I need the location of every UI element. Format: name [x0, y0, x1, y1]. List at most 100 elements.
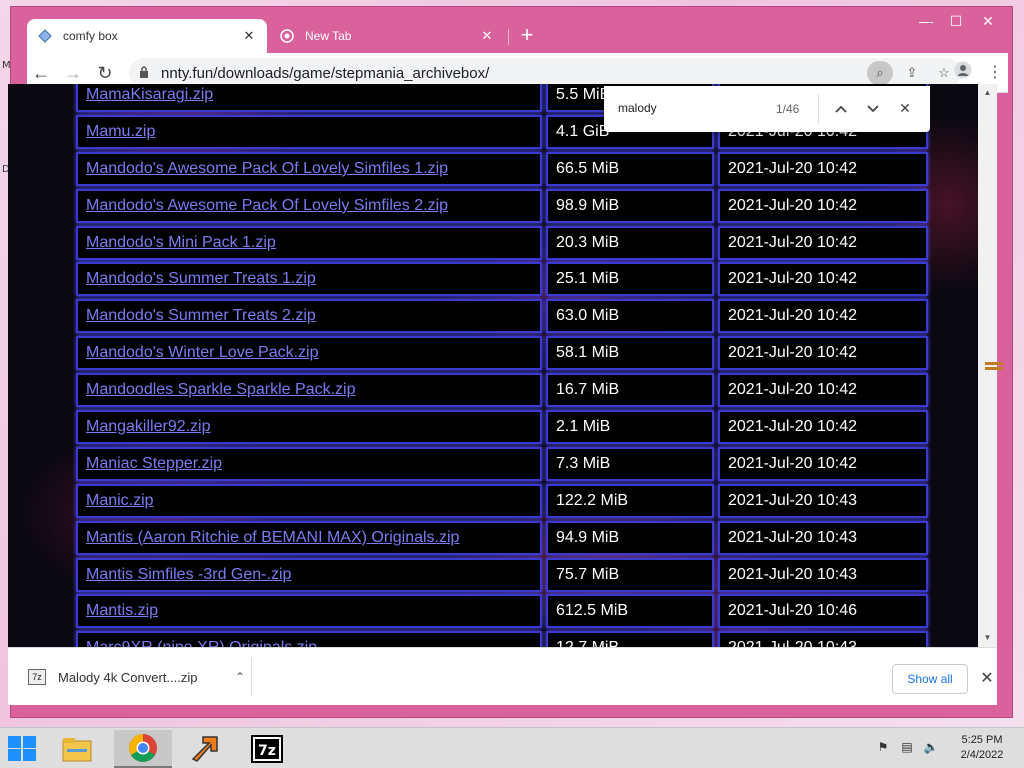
find-input[interactable]	[618, 101, 768, 115]
windows-start-icon[interactable]	[8, 736, 38, 762]
file-date-cell: 2021-Jul-20 10:42	[718, 336, 928, 371]
show-all-button[interactable]: Show all	[892, 664, 968, 694]
close-icon[interactable]: ✕	[479, 28, 495, 44]
file-link[interactable]: Mandodo's Summer Treats 2.zip	[86, 307, 316, 325]
close-icon[interactable]: ✕	[976, 668, 998, 690]
maximize-button[interactable]: ☐	[941, 11, 971, 31]
find-in-page-icon[interactable]: ⌕	[867, 61, 893, 85]
chrome-icon[interactable]	[114, 730, 172, 768]
file-link[interactable]: Mantis Simfiles -3rd Gen-.zip	[86, 566, 291, 584]
forward-arrow-icon[interactable]: →	[61, 61, 85, 85]
scrollbar-find-marker	[985, 362, 1003, 376]
file-name-cell: Mangakiller92.zip	[76, 410, 542, 445]
file-link[interactable]: Mandodo's Awesome Pack Of Lovely Simfile…	[86, 197, 448, 215]
network-icon[interactable]: ▤	[898, 740, 916, 756]
system-clock[interactable]: 5:25 PM 2/4/2022	[950, 733, 1014, 763]
scroll-up-icon[interactable]: ▲	[978, 86, 997, 100]
file-name-cell: Mandodo's Summer Treats 2.zip	[76, 299, 542, 334]
chrome-icon	[279, 28, 295, 44]
file-date-cell: 2021-Jul-20 10:42	[718, 410, 928, 445]
close-icon[interactable]: ✕	[241, 28, 257, 44]
file-name-cell: Mantis Simfiles -3rd Gen-.zip	[76, 557, 542, 592]
file-name-cell: Mandodo's Summer Treats 1.zip	[76, 262, 542, 297]
file-link[interactable]: Mangakiller92.zip	[86, 418, 211, 436]
tab-separator	[508, 29, 509, 45]
file-name-cell: Maniac Stepper.zip	[76, 446, 542, 481]
file-explorer-icon[interactable]	[48, 730, 106, 768]
file-date-cell: 2021-Jul-20 10:42	[718, 151, 928, 186]
download-item[interactable]: 7z Malody 4k Convert....zip ⌃	[20, 658, 252, 696]
find-match-count: 1/46	[776, 102, 800, 116]
volume-muted-icon[interactable]: 🔈	[922, 740, 940, 756]
scroll-down-icon[interactable]: ▼	[978, 631, 997, 645]
file-link[interactable]: Mandodo's Winter Love Pack.zip	[86, 344, 319, 362]
minimize-button[interactable]: —	[911, 11, 941, 31]
taskbar: 7z ⚑ ▤ 🔈 5:25 PM 2/4/2022	[0, 727, 1024, 768]
file-name-cell: Marc9XR (nine XR) Originals.zip	[76, 631, 542, 647]
file-date-cell: 2021-Jul-20 10:43	[718, 557, 928, 592]
tab-new-tab[interactable]: New Tab ✕	[269, 19, 505, 53]
profile-icon[interactable]	[951, 61, 975, 85]
file-link[interactable]: Mantis (Aaron Ritchie of BEMANI MAX) Ori…	[86, 529, 459, 547]
file-link[interactable]: Maniac Stepper.zip	[86, 455, 222, 473]
file-link[interactable]: MamaKisaragi.zip	[86, 86, 213, 104]
tab-comfy-box[interactable]: comfy box ✕	[27, 19, 267, 53]
file-size-cell: 612.5 MiB	[546, 594, 714, 629]
new-tab-button[interactable]: +	[516, 24, 538, 47]
file-size-cell: 94.9 MiB	[546, 520, 714, 555]
file-name-cell: Mantis (Aaron Ritchie of BEMANI MAX) Ori…	[76, 520, 542, 555]
file-date-cell: 2021-Jul-20 10:42	[718, 262, 928, 297]
archive-icon: 7z	[28, 669, 46, 685]
file-date-cell: 2021-Jul-20 10:42	[718, 188, 928, 223]
close-window-button[interactable]: ✕	[973, 11, 1003, 31]
file-size-cell: 16.7 MiB	[546, 373, 714, 408]
download-filename: Malody 4k Convert....zip	[58, 669, 198, 685]
file-date-cell: 2021-Jul-20 10:42	[718, 373, 928, 408]
file-size-cell: 66.5 MiB	[546, 151, 714, 186]
file-link[interactable]: Mantis.zip	[86, 602, 158, 620]
file-name-cell: MamaKisaragi.zip	[76, 84, 542, 112]
file-name-cell: Mandodo's Mini Pack 1.zip	[76, 225, 542, 260]
chevron-up-icon[interactable]: ⌃	[229, 670, 251, 684]
file-link[interactable]: Manic.zip	[86, 492, 154, 510]
close-icon[interactable]: ✕	[894, 97, 916, 119]
chevron-up-icon[interactable]	[830, 97, 852, 119]
file-date-cell: 2021-Jul-20 10:43	[718, 520, 928, 555]
tab-title: comfy box	[63, 29, 118, 43]
chevron-down-icon[interactable]	[862, 97, 884, 119]
back-arrow-icon[interactable]: ←	[29, 61, 53, 85]
file-size-cell: 12.7 MiB	[546, 631, 714, 647]
file-link[interactable]: Mandodo's Mini Pack 1.zip	[86, 234, 276, 252]
menu-kebab-icon[interactable]: ⋮	[983, 61, 1007, 85]
file-link[interactable]: Mandoodles Sparkle Sparkle Pack.zip	[86, 381, 355, 399]
7zip-icon[interactable]: 7z	[238, 730, 296, 768]
find-separator	[818, 94, 819, 124]
file-date-cell: 2021-Jul-20 10:42	[718, 299, 928, 334]
file-date-cell: 2021-Jul-20 10:42	[718, 446, 928, 481]
file-link[interactable]: Mandodo's Awesome Pack Of Lovely Simfile…	[86, 160, 448, 178]
file-date-cell: 2021-Jul-20 10:46	[718, 594, 928, 629]
file-size-cell: 63.0 MiB	[546, 299, 714, 334]
file-link[interactable]: Mandodo's Summer Treats 1.zip	[86, 270, 316, 288]
share-icon[interactable]: ⇪	[899, 61, 925, 85]
file-size-cell: 20.3 MiB	[546, 225, 714, 260]
file-size-cell: 25.1 MiB	[546, 262, 714, 297]
file-link[interactable]: Marc9XR (nine XR) Originals.zip	[86, 639, 317, 647]
reload-icon[interactable]: ↻	[93, 61, 117, 85]
diamond-icon	[37, 28, 53, 44]
download-shelf: 7z Malody 4k Convert....zip ⌃ Show all ✕	[8, 647, 997, 705]
clock-time: 5:25 PM	[961, 734, 1003, 746]
url-text: nnty.fun/downloads/game/stepmania_archiv…	[161, 64, 490, 82]
file-name-cell: Mamu.zip	[76, 114, 542, 149]
file-name-cell: Mandodo's Awesome Pack Of Lovely Simfile…	[76, 188, 542, 223]
file-date-cell: 2021-Jul-20 10:43	[718, 631, 928, 647]
file-name-cell: Mandoodles Sparkle Sparkle Pack.zip	[76, 373, 542, 408]
arrow-app-icon[interactable]	[176, 730, 234, 768]
file-size-cell: 122.2 MiB	[546, 483, 714, 518]
file-name-cell: Mantis.zip	[76, 594, 542, 629]
file-size-cell: 98.9 MiB	[546, 188, 714, 223]
page-content: MamaKisaragi.zip5.5 MiB2021-Jul-20 10:42…	[8, 84, 978, 647]
file-link[interactable]: Mamu.zip	[86, 123, 155, 141]
clock-date: 2/4/2022	[960, 749, 1004, 761]
flag-icon[interactable]: ⚑	[874, 740, 892, 756]
